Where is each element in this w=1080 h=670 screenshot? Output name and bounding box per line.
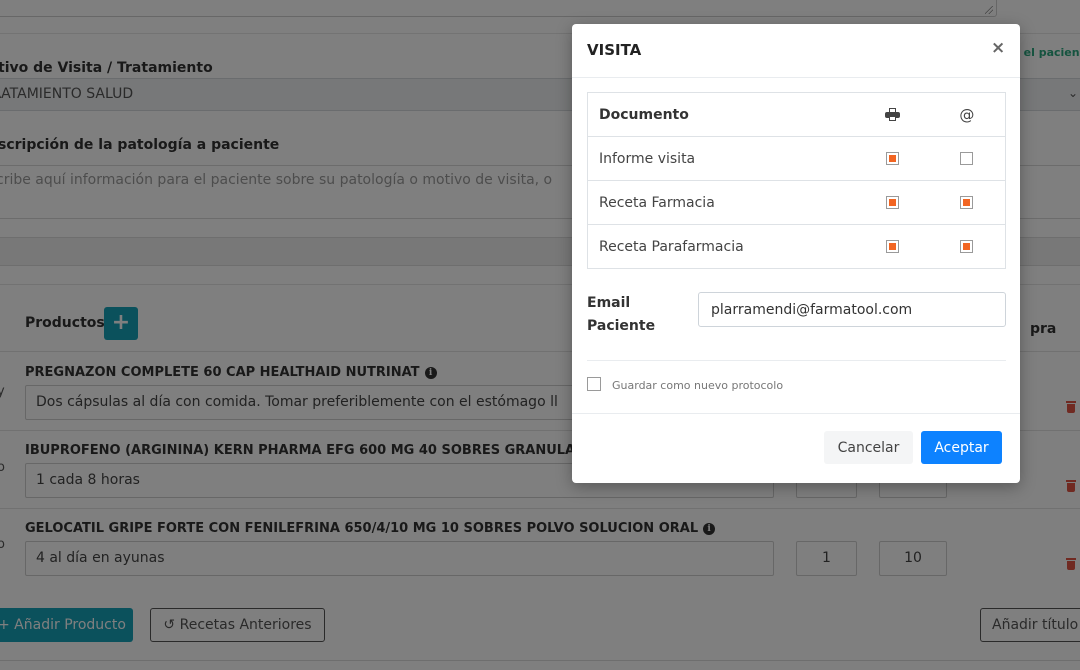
table-row: Receta Farmacia [587,180,1006,225]
documents-table: Documento @ Informe visita Receta Farmac… [587,92,1006,269]
document-label: Receta Farmacia [587,180,857,225]
close-icon[interactable]: × [991,39,1005,57]
document-label: Informe visita [587,136,857,181]
divider [587,360,1006,361]
save-protocol-label[interactable]: Guardar como nuevo protocolo [612,379,783,392]
accept-button[interactable]: Aceptar [921,431,1002,464]
print-column-header [856,92,929,137]
email-checkbox[interactable] [960,152,974,165]
print-checkbox[interactable] [886,196,900,209]
print-checkbox[interactable] [886,240,900,253]
email-field[interactable] [698,292,1006,327]
modal-title: VISITA [587,41,642,59]
document-label: Receta Parafarmacia [587,224,857,269]
visita-modal: VISITA × Documento @ Informe visita Rece… [572,24,1020,483]
email-label: Email Paciente [587,295,656,334]
email-checkbox[interactable] [960,240,974,253]
email-column-header: @ [928,92,1006,137]
printer-icon [885,108,901,121]
table-row: Receta Parafarmacia [587,224,1006,269]
email-checkbox[interactable] [960,196,974,209]
table-header-row: Documento @ [587,92,1006,137]
modal-header: VISITA × [572,24,1020,78]
table-row: Informe visita [587,136,1006,181]
cancel-button[interactable]: Cancelar [824,431,913,464]
save-protocol-checkbox[interactable] [587,377,601,391]
print-checkbox[interactable] [886,152,900,165]
modal-footer-divider [572,413,1020,414]
document-header: Documento [587,92,857,137]
